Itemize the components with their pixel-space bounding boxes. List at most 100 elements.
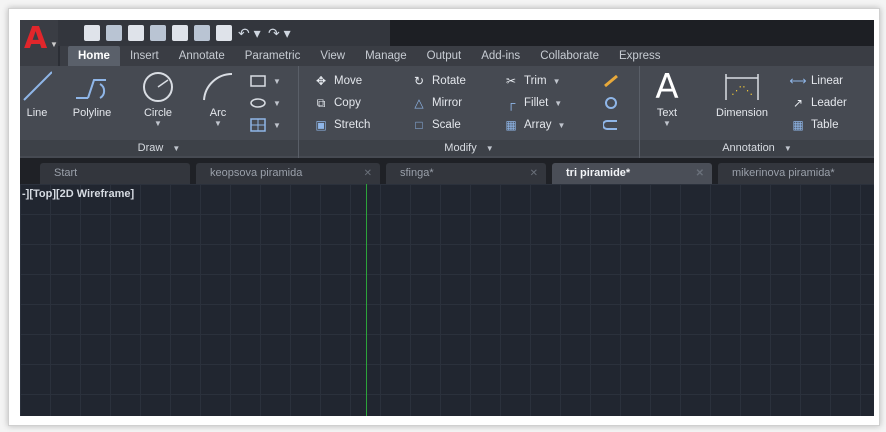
fillet-icon: ┌: [506, 96, 516, 110]
rotate-icon: ↻: [413, 74, 425, 88]
erase-button[interactable]: [603, 72, 624, 90]
leader-button[interactable]: ↗ Leader: [790, 94, 847, 112]
chevron-down-icon[interactable]: ▼: [130, 119, 186, 128]
dimension-label: Dimension: [716, 107, 768, 119]
modify-panel-title[interactable]: Modify ▼: [299, 140, 639, 156]
modify-panel: ✥ Move ⧉ Copy ▣ Stretch ↻ Rotate △ Mirror □ Sc…: [299, 66, 640, 158]
chevron-down-icon[interactable]: ▼: [553, 77, 561, 86]
mirror-button[interactable]: △ Mirror: [411, 94, 462, 112]
chevron-down-icon[interactable]: ▼: [650, 119, 684, 128]
move-button[interactable]: ✥ Move: [313, 72, 362, 90]
close-icon[interactable]: ✕: [364, 163, 372, 184]
doc-tab-label: sfinga*: [400, 167, 434, 179]
linear-dimension-icon: ⟷: [789, 74, 807, 88]
copy-label: Copy: [334, 97, 361, 109]
ribbon-tab-bar: Home Insert Annotate Parametric View Man…: [60, 46, 874, 66]
doc-tab-sfinga[interactable]: sfinga* ✕: [386, 163, 546, 184]
stretch-button[interactable]: ▣ Stretch: [313, 116, 370, 134]
redo-icon[interactable]: ↷ ▾: [268, 25, 292, 41]
dimension-icon: ⋰⋱: [704, 70, 780, 104]
polyline-icon: [60, 70, 124, 104]
chevron-down-icon[interactable]: ▼: [273, 121, 281, 130]
application-menu-button[interactable]: A ▼: [20, 20, 58, 66]
fillet-label: Fillet: [524, 97, 549, 109]
doc-tab-start[interactable]: Start: [40, 163, 190, 184]
tab-add-ins[interactable]: Add-ins: [471, 46, 530, 66]
chevron-down-icon[interactable]: ▼: [554, 99, 562, 108]
tab-insert[interactable]: Insert: [120, 46, 169, 66]
document-tab-bar: Start keopsova piramida ✕ sfinga* ✕ tri …: [20, 158, 874, 184]
open-icon[interactable]: [106, 25, 122, 41]
scale-button[interactable]: □ Scale: [411, 116, 460, 134]
save-as-icon[interactable]: [150, 25, 166, 41]
rectangle-icon: [250, 74, 266, 88]
web-icon[interactable]: [194, 25, 210, 41]
chevron-down-icon[interactable]: ▼: [196, 119, 240, 128]
doc-tab-mikerinova-piramida[interactable]: mikerinova piramida*: [718, 163, 874, 184]
doc-tab-tri-piramide[interactable]: tri piramide* ✕: [552, 163, 712, 184]
chevron-down-icon[interactable]: ▼: [273, 77, 281, 86]
line-icon: [22, 70, 52, 104]
circle-button[interactable]: Circle ▼: [130, 70, 186, 128]
table-label: Table: [811, 119, 839, 131]
tab-view[interactable]: View: [310, 46, 355, 66]
text-button[interactable]: A Text ▼: [650, 67, 684, 128]
close-icon[interactable]: ✕: [696, 163, 704, 184]
cloud-icon[interactable]: [172, 25, 188, 41]
erase-icon: [603, 74, 619, 88]
tab-home[interactable]: Home: [68, 46, 120, 66]
tab-parametric[interactable]: Parametric: [235, 46, 311, 66]
draw-panel: Line Polyline Circle ▼ Arc ▼ ▼ ▼ ▼ Draw …: [20, 66, 299, 158]
quick-access-toolbar: ↶ ▾ ↷ ▾: [84, 23, 292, 43]
chevron-down-icon[interactable]: ▼: [273, 99, 281, 108]
draw-panel-title[interactable]: Draw ▼: [20, 140, 298, 156]
draw-panel-title-text: Draw: [137, 142, 164, 154]
ellipse-icon: [250, 96, 266, 110]
annotation-panel-title[interactable]: Annotation ▼: [640, 140, 874, 156]
new-icon[interactable]: [84, 25, 100, 41]
line-label: Line: [26, 107, 48, 119]
title-bar-dark-area: [390, 20, 874, 46]
tab-output[interactable]: Output: [417, 46, 472, 66]
trim-label: Trim: [524, 75, 547, 87]
viewport-controls[interactable]: -][Top][2D Wireframe]: [22, 188, 134, 200]
polyline-button[interactable]: Polyline: [60, 70, 124, 119]
array-icon: ▦: [505, 118, 517, 132]
plot-icon[interactable]: [216, 25, 232, 41]
rotate-button[interactable]: ↻ Rotate: [411, 72, 466, 90]
hatch-button[interactable]: ▼: [250, 116, 281, 134]
chevron-down-icon[interactable]: ▼: [557, 121, 565, 130]
tab-annotate[interactable]: Annotate: [169, 46, 235, 66]
hatch-icon: [250, 118, 266, 132]
explode-button[interactable]: [603, 94, 624, 112]
tab-collaborate[interactable]: Collaborate: [530, 46, 609, 66]
tab-manage[interactable]: Manage: [355, 46, 417, 66]
undo-icon[interactable]: ↶ ▾: [238, 25, 262, 41]
arc-button[interactable]: Arc ▼: [196, 70, 240, 128]
linear-button[interactable]: ⟷ Linear: [789, 72, 843, 90]
table-button[interactable]: ▦ Table: [790, 116, 839, 134]
fillet-button[interactable]: ┌ Fillet ▼: [503, 94, 562, 112]
tab-express[interactable]: Express: [609, 46, 671, 66]
save-icon[interactable]: [128, 25, 144, 41]
offset-button[interactable]: [603, 116, 624, 134]
ellipse-button[interactable]: ▼: [250, 94, 281, 112]
annotation-panel-title-text: Annotation: [722, 142, 775, 154]
drawing-canvas[interactable]: -][Top][2D Wireframe]: [20, 184, 874, 416]
trim-icon: ✂: [505, 74, 517, 88]
dimension-button[interactable]: ⋰⋱ Dimension: [704, 70, 780, 119]
rectangle-button[interactable]: ▼: [250, 72, 281, 90]
doc-tab-keopsova-piramida[interactable]: keopsova piramida ✕: [196, 163, 380, 184]
mirror-icon: △: [414, 96, 424, 110]
ribbon: Line Polyline Circle ▼ Arc ▼ ▼ ▼ ▼ Draw …: [20, 66, 874, 158]
svg-text:⋰⋱: ⋰⋱: [731, 84, 753, 97]
trim-button[interactable]: ✂ Trim ▼: [503, 72, 561, 90]
copy-button[interactable]: ⧉ Copy: [313, 94, 361, 112]
offset-icon: [603, 118, 619, 132]
autocad-window: ↶ ▾ ↷ ▾ A ▼ Home Insert Annotate Paramet…: [20, 20, 874, 416]
close-icon[interactable]: ✕: [530, 163, 538, 184]
line-button[interactable]: Line: [22, 70, 52, 119]
title-bar: ↶ ▾ ↷ ▾: [20, 20, 874, 46]
text-label: Text: [656, 107, 678, 119]
array-button[interactable]: ▦ Array ▼: [503, 116, 565, 134]
